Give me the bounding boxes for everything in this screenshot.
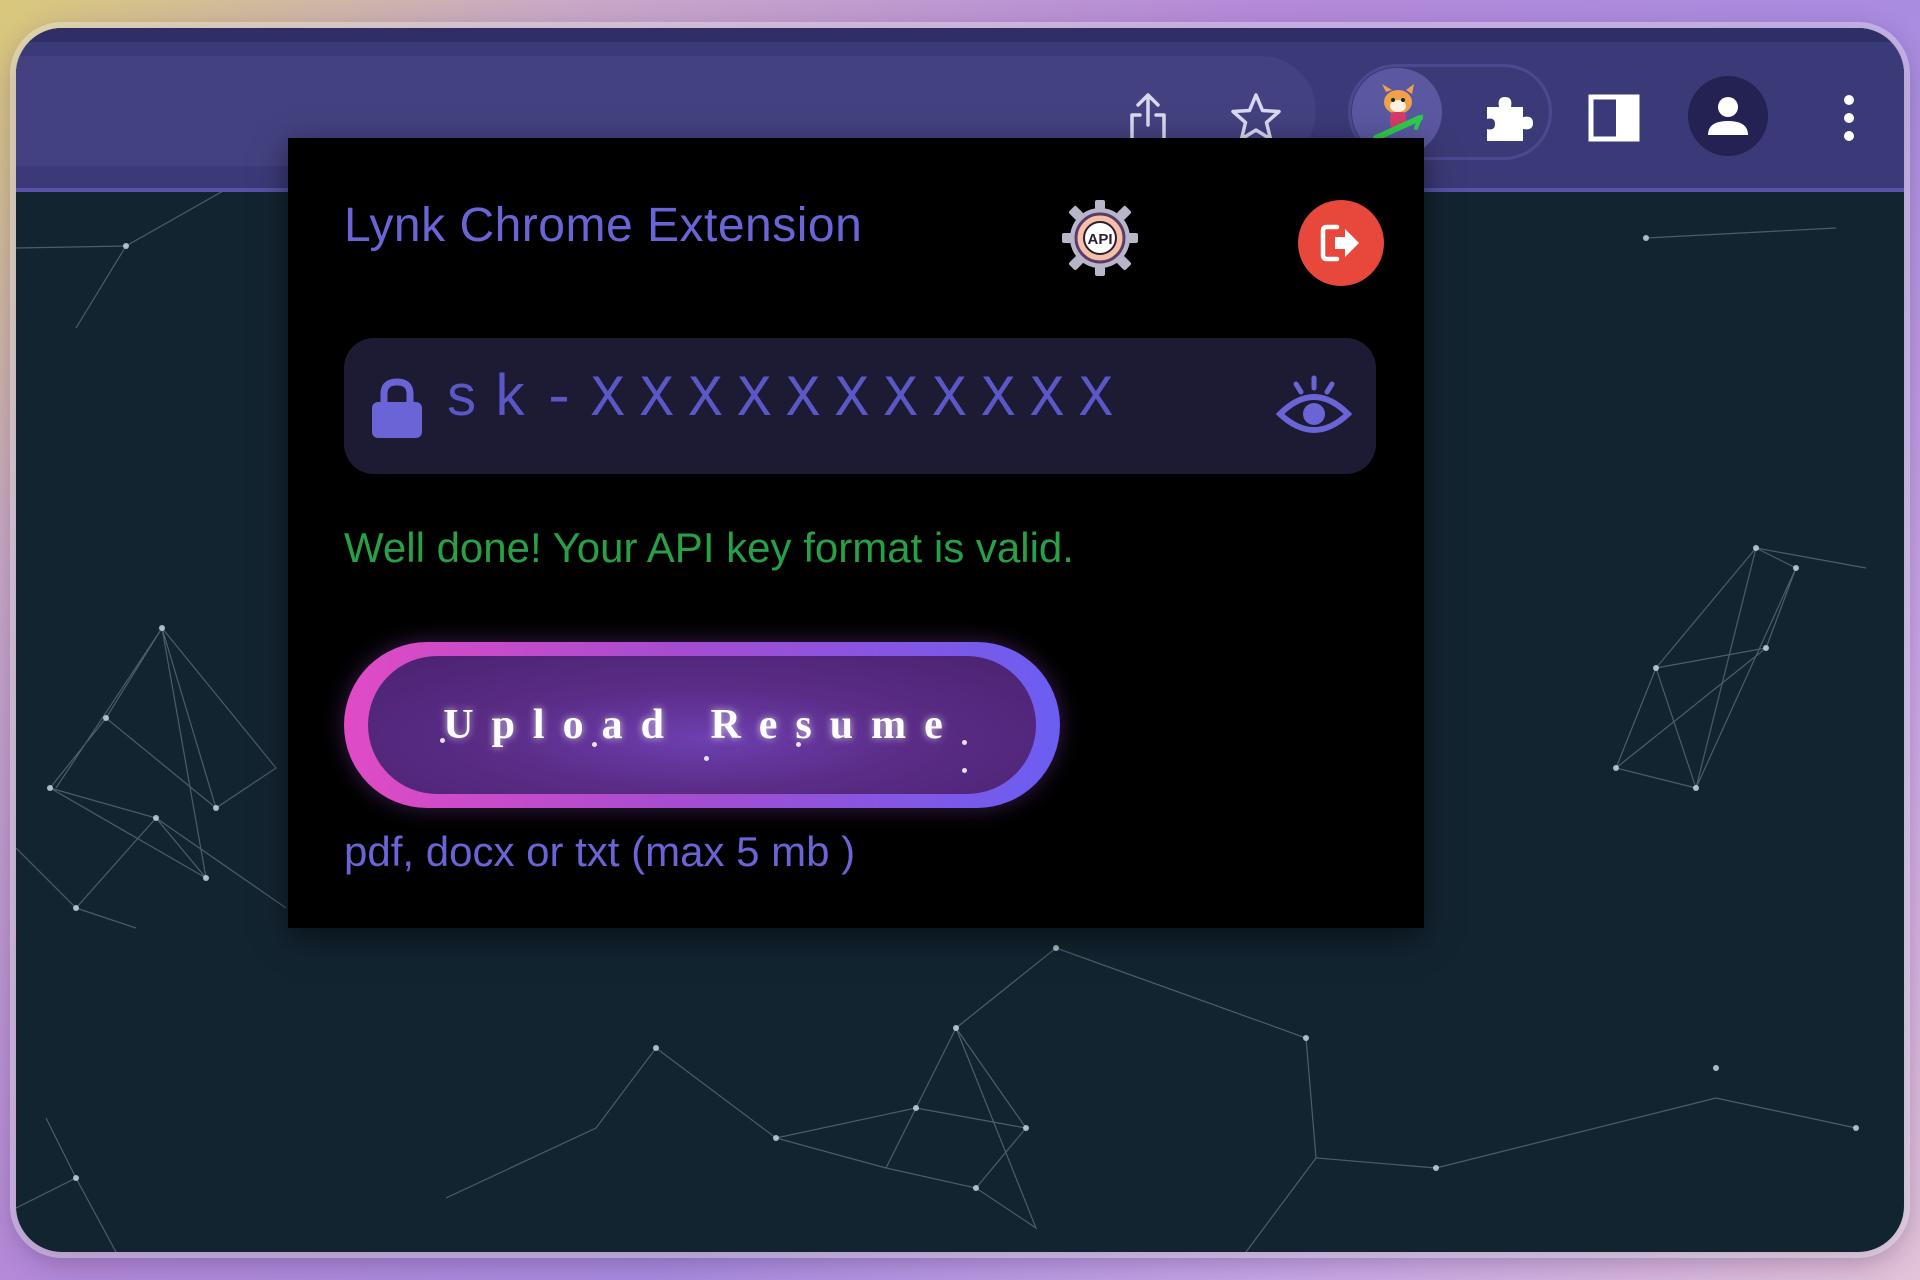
api-key-value: sk-XXXXXXXXXXX [444, 368, 1128, 433]
logout-button[interactable] [1298, 200, 1384, 286]
upload-resume-button-inner: Upload Resume [368, 656, 1036, 794]
puzzle-icon[interactable] [1476, 86, 1540, 150]
sparkle-dot [704, 756, 709, 761]
validation-status-message: Well done! Your API key format is valid. [344, 524, 1074, 571]
logout-icon [1320, 224, 1359, 262]
api-gear-icon[interactable]: API [1060, 198, 1140, 278]
eye-icon[interactable] [1276, 374, 1352, 438]
file-type-hint: pdf, docx or txt (max 5 mb ) [344, 828, 856, 875]
upload-resume-button[interactable]: Upload Resume [344, 642, 1060, 808]
popup-title: Lynk Chrome Extension [344, 199, 863, 252]
lock-icon [372, 378, 422, 438]
extension-popup: Lynk Chrome Extension API sk-XXXXXXXXXXX… [288, 138, 1424, 928]
upload-resume-label: Upload Resume [443, 702, 961, 748]
profile-icon[interactable] [1688, 76, 1768, 156]
more-vert-icon[interactable] [1834, 88, 1864, 148]
sparkle-dot [962, 740, 967, 745]
side-panel-icon[interactable] [1584, 90, 1644, 146]
sparkle-dot [796, 742, 801, 747]
sparkle-dot [962, 768, 967, 773]
sparkle-dot [592, 742, 597, 747]
tab-strip [16, 28, 1904, 42]
api-badge-label: API [1087, 231, 1112, 248]
sparkle-dot [440, 738, 445, 743]
api-key-input[interactable]: sk-XXXXXXXXXXX [344, 338, 1376, 474]
